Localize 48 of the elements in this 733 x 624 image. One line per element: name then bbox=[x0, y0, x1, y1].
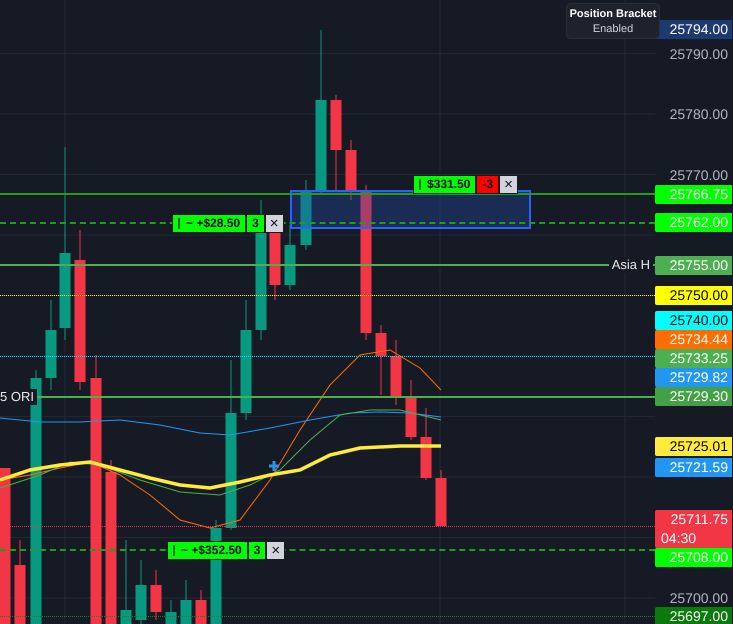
price-tick: 25790.00 bbox=[668, 46, 728, 62]
candlestick bbox=[436, 470, 446, 526]
price-tag: 25740.00 bbox=[655, 310, 732, 330]
pnl-text: ~ +$352.50 bbox=[181, 542, 242, 559]
price-tag: 25734.44 bbox=[655, 330, 732, 349]
pnl-text: ~ +$28.50 bbox=[186, 214, 240, 232]
price-tag: 25755.00 bbox=[655, 256, 732, 275]
price-tag: 25721.59 bbox=[655, 458, 732, 477]
order-quantity: 3 bbox=[246, 214, 265, 233]
panel-status: Enabled bbox=[592, 22, 634, 37]
candlestick bbox=[166, 600, 176, 624]
candlestick bbox=[180, 580, 192, 624]
candlestick bbox=[406, 380, 416, 440]
price-tag: 25708.00 bbox=[655, 548, 732, 567]
price-tag: 25697.00 bbox=[655, 606, 732, 624]
price-tick: 25780.00 bbox=[668, 106, 728, 122]
price-tag: 25750.00 bbox=[655, 286, 732, 305]
panel-title: Position Bracket bbox=[568, 7, 658, 22]
price-tag: 25729.82 bbox=[655, 368, 732, 387]
price-tick: 25700.00 bbox=[668, 590, 728, 606]
drag-handle-icon[interactable] bbox=[178, 218, 180, 229]
candlestick bbox=[300, 180, 312, 250]
price-tick: 25770.00 bbox=[668, 166, 728, 182]
candlestick bbox=[346, 140, 356, 200]
close-button[interactable]: × bbox=[264, 214, 284, 233]
price-tag: 25725.01 bbox=[655, 437, 732, 456]
level-label: Asia H bbox=[608, 257, 653, 274]
candlestick bbox=[196, 590, 206, 624]
price-tag: 25762.00 bbox=[655, 213, 732, 232]
order-quantity: -3 bbox=[476, 175, 500, 194]
level-label: 5 ORI bbox=[0, 388, 37, 405]
candlestick bbox=[284, 224, 296, 290]
close-button[interactable]: × bbox=[266, 540, 286, 560]
candlestick bbox=[136, 560, 146, 624]
drag-handle-icon[interactable] bbox=[419, 179, 421, 190]
candlestick bbox=[390, 340, 402, 406]
plus-icon bbox=[268, 460, 280, 472]
price-tag: 25729.30 bbox=[655, 386, 732, 406]
close-button[interactable]: × bbox=[499, 175, 518, 194]
candlestick bbox=[376, 324, 386, 396]
order-quantity: 3 bbox=[248, 540, 266, 560]
price-tag: 25733.25 bbox=[655, 348, 732, 368]
candlestick bbox=[150, 570, 162, 620]
price-tag: 25794.00 bbox=[655, 20, 732, 39]
pnl-text: $331.50 bbox=[427, 176, 470, 194]
price-tag: 25766.75 bbox=[655, 184, 732, 204]
drag-handle-icon[interactable] bbox=[173, 544, 175, 556]
price-tag: 25711.75 04:30 bbox=[655, 510, 732, 548]
